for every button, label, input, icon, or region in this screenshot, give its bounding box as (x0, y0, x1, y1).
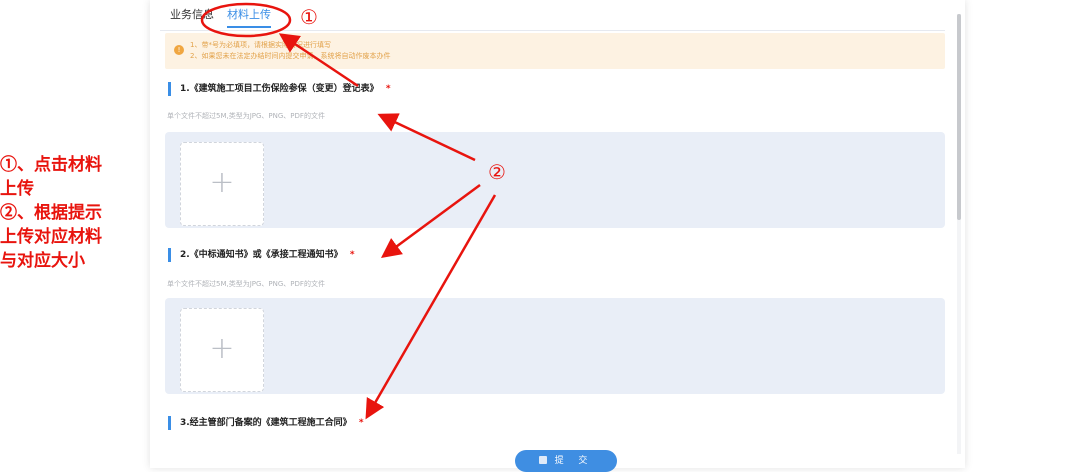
annotation-marker-2: ② (488, 160, 506, 184)
annotation-arrow (278, 33, 359, 88)
annotation-arrow (365, 194, 497, 420)
annotation-arrow (377, 113, 476, 162)
highlight-ellipse (200, 2, 292, 38)
annotation-overlay (200, 2, 497, 420)
annotation-marker-1: ① (300, 5, 318, 29)
